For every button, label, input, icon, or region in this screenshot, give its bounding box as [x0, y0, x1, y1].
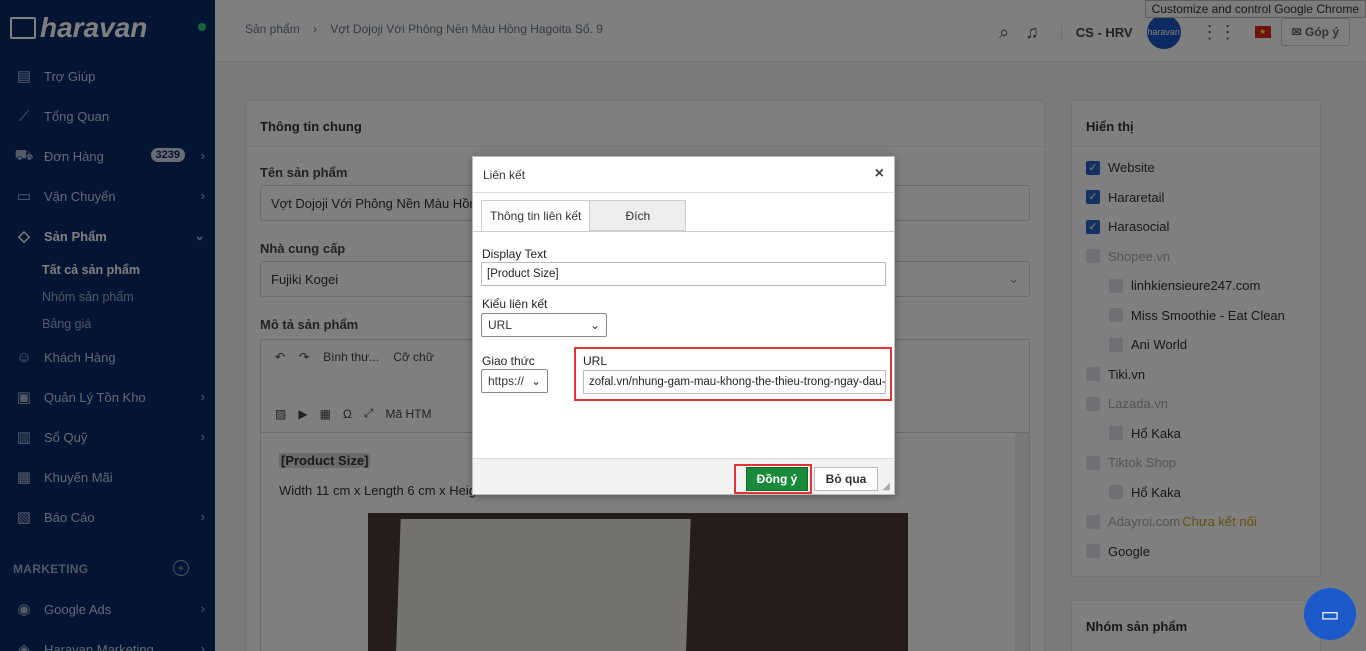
url-input[interactable]: zofal.vn/nhung-gam-mau-khong-the-thieu-t…: [583, 370, 886, 394]
chevron-down-icon: ⌄: [530, 374, 541, 388]
display-text-label: Display Text: [482, 247, 547, 261]
tab-target[interactable]: Đích: [589, 200, 687, 231]
link-dialog: Liên kết × Thông tin liên kết Đích Displ…: [472, 156, 895, 495]
protocol-select[interactable]: https:// ⌄: [481, 369, 548, 393]
link-type-select[interactable]: URL ⌄: [481, 313, 607, 337]
dialog-footer: Đồng ý Bỏ qua ◢: [473, 458, 894, 494]
ok-button[interactable]: Đồng ý: [746, 467, 808, 491]
close-icon[interactable]: ×: [875, 165, 884, 183]
display-text-input[interactable]: [Product Size]: [481, 262, 886, 286]
url-label: URL: [583, 354, 608, 368]
protocol-label: Giao thức: [482, 354, 535, 368]
chevron-down-icon: ⌄: [589, 318, 600, 332]
chat-button[interactable]: ▭: [1304, 588, 1356, 640]
dialog-header: Liên kết ×: [473, 157, 894, 193]
dialog-title: Liên kết: [483, 167, 526, 182]
resize-handle-icon[interactable]: ◢: [882, 481, 890, 492]
app-root: haravan ▤ Trợ Giúp ⟋ Tổng Quan ⛟ Đơn Hàn…: [0, 0, 1366, 651]
tab-link-info[interactable]: Thông tin liên kết: [481, 200, 591, 231]
cancel-button[interactable]: Bỏ qua: [814, 467, 878, 491]
tab-divider: [473, 231, 894, 232]
dialog-tabs: Thông tin liên kết Đích: [481, 200, 687, 231]
protocol-value: https://: [488, 374, 525, 388]
link-type-value: URL: [488, 318, 513, 332]
link-type-label: Kiểu liên kết: [482, 297, 548, 311]
chat-bubble-icon: ▭: [1320, 603, 1340, 626]
